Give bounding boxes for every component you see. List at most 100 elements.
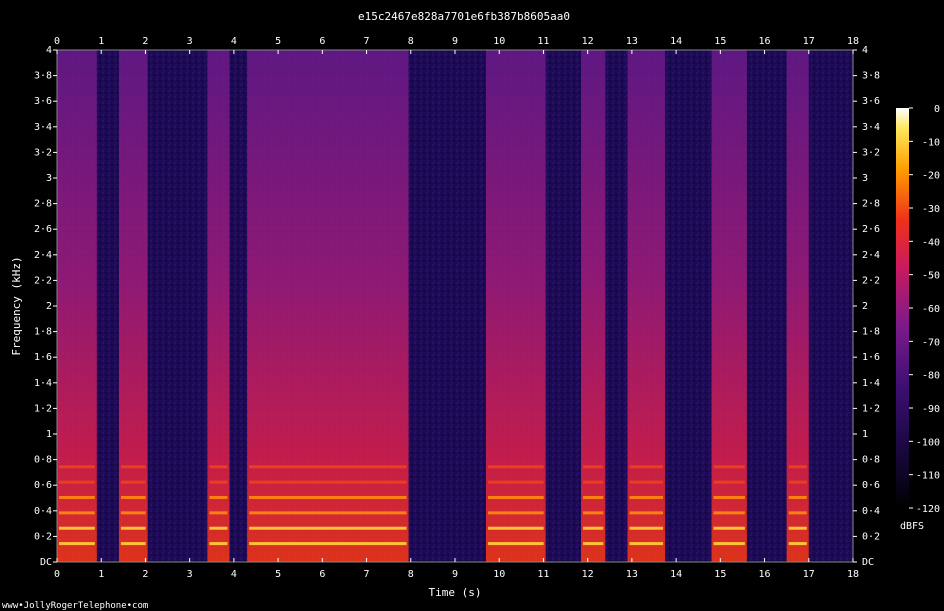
harmonic-band xyxy=(209,542,228,546)
harmonic-band xyxy=(583,542,604,546)
voice-segment xyxy=(786,50,809,562)
x-tick-label: 17 xyxy=(803,569,815,580)
harmonic-band xyxy=(713,511,745,515)
y-tick-label: DC xyxy=(862,557,874,568)
y-tick-label: 1·6 xyxy=(34,352,52,363)
y-tick-label: 1·8 xyxy=(34,327,52,338)
y-tick-label: 1·6 xyxy=(862,352,880,363)
x-tick-label: 14 xyxy=(670,569,682,580)
x-tick-label: 5 xyxy=(275,569,281,580)
y-tick-label: 0·2 xyxy=(862,531,880,542)
y-tick-label: 0·4 xyxy=(862,506,880,517)
y-tick-label: 0·8 xyxy=(34,455,52,466)
harmonic-band xyxy=(713,480,745,484)
x-tick-label: 18 xyxy=(847,569,859,580)
harmonic-band xyxy=(120,480,146,484)
harmonic-band xyxy=(583,511,604,515)
harmonic-band xyxy=(120,496,146,499)
y-tick-label: 2·4 xyxy=(34,250,52,261)
voice-segment xyxy=(57,50,97,562)
y-tick-label: 3·6 xyxy=(862,96,880,107)
x-tick-label: 4 xyxy=(231,36,237,47)
harmonic-band xyxy=(788,496,807,499)
harmonic-band xyxy=(120,542,146,546)
harmonic-band xyxy=(629,542,664,546)
harmonic-band xyxy=(788,542,807,546)
harmonic-band xyxy=(487,496,544,499)
harmonic-band xyxy=(249,511,407,515)
y-tick-label: 2 xyxy=(862,301,868,312)
harmonic-band xyxy=(249,465,407,469)
y-tick-label: 3·8 xyxy=(862,71,880,82)
x-tick-label: 7 xyxy=(364,36,370,47)
harmonic-band xyxy=(209,480,228,484)
x-axis-label: Time (s) xyxy=(429,586,482,599)
colorbar-tick-label: -80 xyxy=(922,371,940,382)
y-tick-label: 1 xyxy=(862,429,868,440)
y-tick-label: 2 xyxy=(46,301,52,312)
x-tick-label: 9 xyxy=(452,569,458,580)
x-tick-label: 1 xyxy=(98,36,104,47)
x-tick-label: 15 xyxy=(714,569,726,580)
x-tick-label: 12 xyxy=(582,569,594,580)
footer-credit: www•JollyRogerTelephone•com xyxy=(2,601,148,611)
y-tick-label: 3·4 xyxy=(862,122,880,133)
y-tick-label: 0·2 xyxy=(34,531,52,542)
harmonic-band xyxy=(209,496,228,499)
harmonic-band xyxy=(120,526,146,530)
x-tick-label: 6 xyxy=(319,569,325,580)
harmonic-band xyxy=(59,480,95,484)
colorbar-tick-label: -60 xyxy=(922,304,940,315)
x-tick-label: 13 xyxy=(626,569,638,580)
x-tick-label: 1 xyxy=(98,569,104,580)
y-tick-label: 3·2 xyxy=(862,147,880,158)
colorbar-tick-label: -20 xyxy=(922,171,940,182)
harmonic-band xyxy=(629,526,664,530)
y-tick-label: 2·6 xyxy=(862,224,880,235)
voice-segment xyxy=(118,50,148,562)
harmonic-band xyxy=(249,526,407,530)
voice-segment xyxy=(711,50,747,562)
harmonic-band xyxy=(120,465,146,469)
plot-area xyxy=(56,49,854,563)
harmonic-band xyxy=(487,526,544,530)
y-tick-label: 1 xyxy=(46,429,52,440)
colorbar-tick-label: -70 xyxy=(922,337,940,348)
x-tick-label: 12 xyxy=(582,36,594,47)
x-tick-label: 15 xyxy=(714,36,726,47)
x-tick-label: 0 xyxy=(54,36,60,47)
x-tick-label: 13 xyxy=(626,36,638,47)
harmonic-band xyxy=(209,511,228,515)
x-tick-label: 9 xyxy=(452,36,458,47)
x-tick-label: 2 xyxy=(142,36,148,47)
harmonic-band xyxy=(713,526,745,530)
x-tick-label: 6 xyxy=(319,36,325,47)
y-tick-label: 1·4 xyxy=(862,378,880,389)
colorbar-tick-label: -120 xyxy=(916,504,940,515)
x-tick-label: 7 xyxy=(364,569,370,580)
harmonic-band xyxy=(713,496,745,499)
y-tick-label: 3·2 xyxy=(34,147,52,158)
colorbar-tick-label: -10 xyxy=(922,137,940,148)
colorbar-gradient xyxy=(896,108,909,508)
y-tick-label: 2·6 xyxy=(34,224,52,235)
y-tick-label: 3 xyxy=(862,173,868,184)
y-axis-left: DC 0·2 0·4 0·6 0·8 1 1·2 1·4 1·6 1·8 2 2·2 2·4 2·6 2·8… xyxy=(34,45,57,568)
x-tick-label: 3 xyxy=(187,569,193,580)
harmonic-band xyxy=(249,496,407,499)
x-tick-label: 3 xyxy=(187,36,193,47)
y-tick-label: 2·8 xyxy=(862,199,880,210)
colorbar-tick-label: 0 xyxy=(934,104,940,115)
harmonic-band xyxy=(713,542,745,546)
x-tick-label: 2 xyxy=(142,569,148,580)
harmonic-band xyxy=(583,465,604,469)
y-tick-label: 2·8 xyxy=(34,199,52,210)
x-tick-label: 11 xyxy=(537,569,549,580)
y-tick-label: 4 xyxy=(862,45,868,56)
y-tick-label: 4 xyxy=(46,45,52,56)
harmonic-band xyxy=(629,465,664,469)
harmonic-band xyxy=(788,465,807,469)
colorbar-tick-label: -110 xyxy=(916,471,940,482)
y-tick-label: 1·2 xyxy=(34,403,52,414)
colorbar-tick-label: -100 xyxy=(916,437,940,448)
